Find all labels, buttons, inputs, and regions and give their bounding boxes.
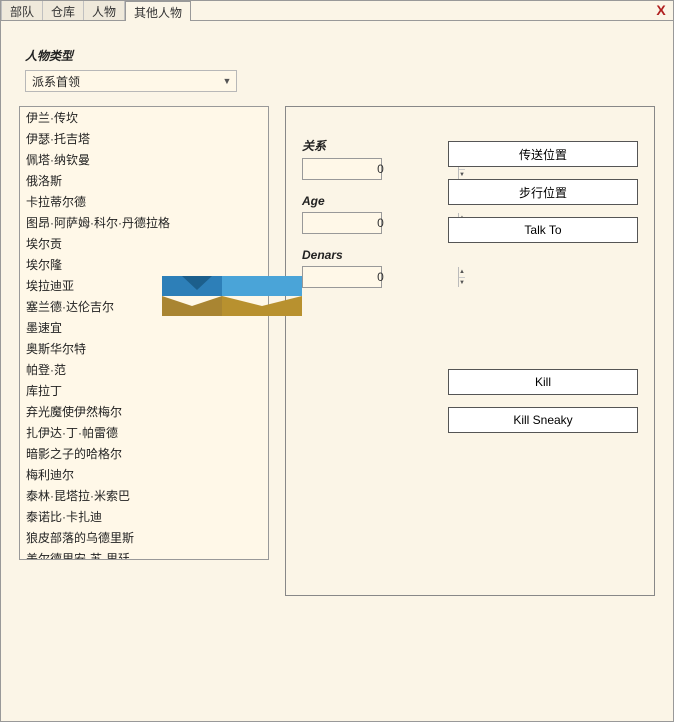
section-title-character-type: 人物类型 — [25, 47, 655, 64]
teleport-button[interactable]: 传送位置 — [448, 141, 638, 167]
chevron-down-icon: ▼ — [218, 76, 236, 86]
denars-spinner[interactable]: ▲▼ — [302, 266, 382, 288]
relation-spinner[interactable]: ▲▼ — [302, 158, 382, 180]
list-item[interactable]: 泰林·昆塔拉·米索巴 — [20, 485, 268, 506]
list-item[interactable]: 埃尔贡 — [20, 233, 268, 254]
label-relation: 关系 — [302, 137, 392, 154]
talk-to-button[interactable]: Talk To — [448, 217, 638, 243]
app-window: 部队 仓库 人物 其他人物 X 人物类型 派系首领 ▼ 伊兰·传坎伊瑟·托吉塔佩… — [0, 0, 674, 722]
tab-warehouse[interactable]: 仓库 — [43, 1, 84, 20]
dropdown-selected-label: 派系首领 — [26, 73, 218, 90]
list-item[interactable]: 弃光魔使伊然梅尔 — [20, 401, 268, 422]
label-denars: Denars — [302, 248, 392, 262]
spin-up-icon[interactable]: ▲ — [459, 267, 465, 278]
list-item[interactable]: 佩塔·纳钦曼 — [20, 149, 268, 170]
list-item[interactable]: 埃拉迪亚 — [20, 275, 268, 296]
tab-bar: 部队 仓库 人物 其他人物 X — [1, 1, 673, 21]
list-item[interactable]: 梅利迪尔 — [20, 464, 268, 485]
list-item[interactable]: 盖尔德里安·苏·里廷 — [20, 548, 268, 560]
denars-input[interactable] — [303, 267, 458, 287]
list-item[interactable]: 伊兰·传坎 — [20, 107, 268, 128]
walk-to-button[interactable]: 步行位置 — [448, 179, 638, 205]
spin-down-icon[interactable]: ▼ — [459, 278, 465, 288]
tab-other-characters[interactable]: 其他人物 — [125, 1, 191, 21]
list-item[interactable]: 俄洛斯 — [20, 170, 268, 191]
label-age: Age — [302, 194, 392, 208]
character-type-dropdown[interactable]: 派系首领 ▼ — [25, 70, 237, 92]
list-item[interactable]: 墨速宜 — [20, 317, 268, 338]
list-item[interactable]: 图昂·阿萨姆·科尔·丹德拉格 — [20, 212, 268, 233]
detail-panel: 关系 ▲▼ Age ▲▼ Denars ▲▼ — [285, 106, 655, 596]
tab-characters[interactable]: 人物 — [84, 1, 125, 20]
kill-button[interactable]: Kill — [448, 369, 638, 395]
list-item[interactable]: 暗影之子的哈格尔 — [20, 443, 268, 464]
list-item[interactable]: 伊瑟·托吉塔 — [20, 128, 268, 149]
list-item[interactable]: 奥斯华尔特 — [20, 338, 268, 359]
character-listbox[interactable]: 伊兰·传坎伊瑟·托吉塔佩塔·纳钦曼俄洛斯卡拉蒂尔德图昂·阿萨姆·科尔·丹德拉格埃… — [19, 106, 269, 560]
kill-sneaky-button[interactable]: Kill Sneaky — [448, 407, 638, 433]
age-spinner[interactable]: ▲▼ — [302, 212, 382, 234]
list-item[interactable]: 帕登·范 — [20, 359, 268, 380]
tab-content: 人物类型 派系首领 ▼ 伊兰·传坎伊瑟·托吉塔佩塔·纳钦曼俄洛斯卡拉蒂尔德图昂·… — [1, 21, 673, 721]
list-item[interactable]: 卡拉蒂尔德 — [20, 191, 268, 212]
list-item[interactable]: 狼皮部落的乌德里斯 — [20, 527, 268, 548]
list-item[interactable]: 埃尔隆 — [20, 254, 268, 275]
tab-party[interactable]: 部队 — [1, 1, 43, 20]
close-button[interactable]: X — [651, 1, 671, 19]
list-item[interactable]: 泰诺比·卡扎迪 — [20, 506, 268, 527]
list-item[interactable]: 塞兰德·达伦吉尔 — [20, 296, 268, 317]
list-item[interactable]: 库拉丁 — [20, 380, 268, 401]
list-item[interactable]: 扎伊达·丁·帕雷德 — [20, 422, 268, 443]
